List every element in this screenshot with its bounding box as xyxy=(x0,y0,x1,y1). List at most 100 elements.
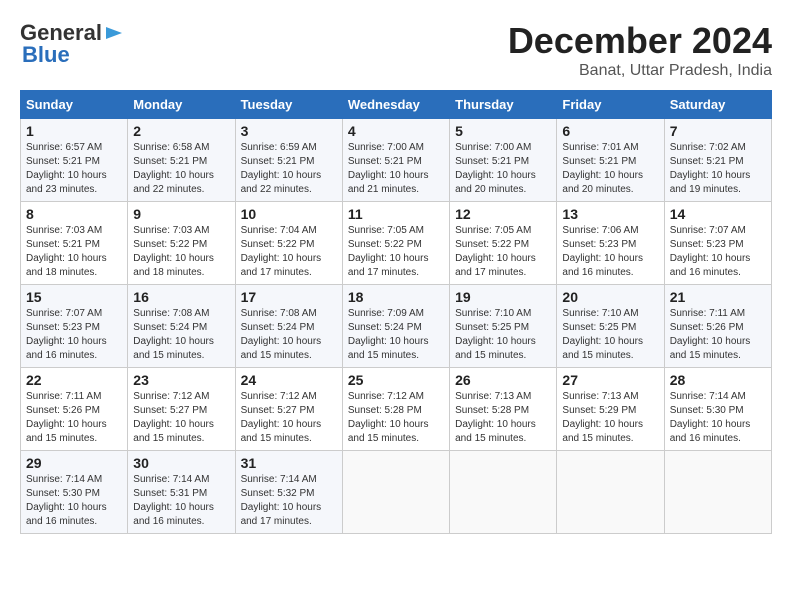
logo-blue: Blue xyxy=(22,42,70,68)
calendar-cell: 31 Sunrise: 7:14 AM Sunset: 5:32 PM Dayli… xyxy=(235,451,342,534)
calendar-cell xyxy=(342,451,449,534)
calendar-week-1: 1Sunrise: 6:57 AM Sunset: 5:21 PM Daylig… xyxy=(21,119,772,202)
day-number: 31 xyxy=(241,455,337,471)
calendar-table: SundayMondayTuesdayWednesdayThursdayFrid… xyxy=(20,90,772,534)
calendar-cell: 23Sunrise: 7:12 AM Sunset: 5:27 PM Dayli… xyxy=(128,368,235,451)
header-cell-friday: Friday xyxy=(557,91,664,119)
day-number: 24 xyxy=(241,372,337,388)
calendar-cell: 21Sunrise: 7:11 AM Sunset: 5:26 PM Dayli… xyxy=(664,285,771,368)
calendar-cell: 18 Sunrise: 7:09 AM Sunset: 5:24 PM Dayli… xyxy=(342,285,449,368)
header-cell-thursday: Thursday xyxy=(450,91,557,119)
day-number: 29 xyxy=(26,455,122,471)
day-number: 3 xyxy=(241,123,337,139)
logo: General Blue xyxy=(20,20,124,68)
day-info: Sunrise: 7:05 AM Sunset: 5:22 PM Dayligh… xyxy=(348,224,444,280)
header-cell-tuesday: Tuesday xyxy=(235,91,342,119)
month-title: December 2024 xyxy=(508,20,772,62)
calendar-cell: 26Sunrise: 7:13 AM Sunset: 5:28 PM Dayli… xyxy=(450,368,557,451)
calendar-cell: 19 Sunrise: 7:10 AM Sunset: 5:25 PM Dayli… xyxy=(450,285,557,368)
day-number: 19 xyxy=(455,289,551,305)
day-number: 16 xyxy=(133,289,229,305)
day-info: Sunrise: 7:08 AM Sunset: 5:24 PM Dayligh… xyxy=(241,307,337,363)
day-info: Sunrise: 7:12 AM Sunset: 5:27 PM Dayligh… xyxy=(133,390,229,446)
calendar-cell: 2 Sunrise: 6:58 AM Sunset: 5:21 PM Daylig… xyxy=(128,119,235,202)
calendar-header-row: SundayMondayTuesdayWednesdayThursdayFrid… xyxy=(21,91,772,119)
calendar-week-4: 22 Sunrise: 7:11 AM Sunset: 5:26 PM Dayli… xyxy=(21,368,772,451)
day-number: 5 xyxy=(455,123,551,139)
day-number: 28 xyxy=(670,372,766,388)
day-number: 25 xyxy=(348,372,444,388)
day-info: Sunrise: 7:00 AM Sunset: 5:21 PM Dayligh… xyxy=(455,141,551,197)
day-info: Sunrise: 7:02 AM Sunset: 5:21 PM Dayligh… xyxy=(670,141,766,197)
day-info: Sunrise: 7:11 AM Sunset: 5:26 PM Dayligh… xyxy=(26,390,122,446)
page-header: General Blue December 2024 Banat, Uttar … xyxy=(20,20,772,80)
day-info: Sunrise: 7:05 AM Sunset: 5:22 PM Dayligh… xyxy=(455,224,551,280)
header-cell-monday: Monday xyxy=(128,91,235,119)
header-cell-wednesday: Wednesday xyxy=(342,91,449,119)
location-subtitle: Banat, Uttar Pradesh, India xyxy=(508,62,772,80)
calendar-cell: 25 Sunrise: 7:12 AM Sunset: 5:28 PM Dayli… xyxy=(342,368,449,451)
day-info: Sunrise: 7:04 AM Sunset: 5:22 PM Dayligh… xyxy=(241,224,337,280)
calendar-cell: 17 Sunrise: 7:08 AM Sunset: 5:24 PM Dayli… xyxy=(235,285,342,368)
day-info: Sunrise: 7:12 AM Sunset: 5:28 PM Dayligh… xyxy=(348,390,444,446)
calendar-cell: 8 Sunrise: 7:03 AM Sunset: 5:21 PM Daylig… xyxy=(21,202,128,285)
calendar-cell: 11 Sunrise: 7:05 AM Sunset: 5:22 PM Dayli… xyxy=(342,202,449,285)
day-info: Sunrise: 7:14 AM Sunset: 5:32 PM Dayligh… xyxy=(241,473,337,529)
day-number: 26 xyxy=(455,372,551,388)
calendar-cell: 9 Sunrise: 7:03 AM Sunset: 5:22 PM Daylig… xyxy=(128,202,235,285)
day-number: 15 xyxy=(26,289,122,305)
day-number: 22 xyxy=(26,372,122,388)
calendar-cell: 24 Sunrise: 7:12 AM Sunset: 5:27 PM Dayli… xyxy=(235,368,342,451)
day-info: Sunrise: 7:06 AM Sunset: 5:23 PM Dayligh… xyxy=(562,224,658,280)
day-info: Sunrise: 7:03 AM Sunset: 5:22 PM Dayligh… xyxy=(133,224,229,280)
day-number: 12 xyxy=(455,206,551,222)
calendar-cell: 4Sunrise: 7:00 AM Sunset: 5:21 PM Daylig… xyxy=(342,119,449,202)
day-number: 18 xyxy=(348,289,444,305)
day-info: Sunrise: 6:57 AM Sunset: 5:21 PM Dayligh… xyxy=(26,141,122,197)
day-number: 2 xyxy=(133,123,229,139)
calendar-cell: 16 Sunrise: 7:08 AM Sunset: 5:24 PM Dayli… xyxy=(128,285,235,368)
day-number: 9 xyxy=(133,206,229,222)
day-info: Sunrise: 7:09 AM Sunset: 5:24 PM Dayligh… xyxy=(348,307,444,363)
day-number: 6 xyxy=(562,123,658,139)
calendar-cell: 12 Sunrise: 7:05 AM Sunset: 5:22 PM Dayli… xyxy=(450,202,557,285)
day-number: 7 xyxy=(670,123,766,139)
calendar-cell: 27Sunrise: 7:13 AM Sunset: 5:29 PM Dayli… xyxy=(557,368,664,451)
day-number: 27 xyxy=(562,372,658,388)
calendar-cell: 6 Sunrise: 7:01 AM Sunset: 5:21 PM Daylig… xyxy=(557,119,664,202)
day-info: Sunrise: 6:58 AM Sunset: 5:21 PM Dayligh… xyxy=(133,141,229,197)
day-info: Sunrise: 7:12 AM Sunset: 5:27 PM Dayligh… xyxy=(241,390,337,446)
day-number: 10 xyxy=(241,206,337,222)
calendar-week-2: 8 Sunrise: 7:03 AM Sunset: 5:21 PM Daylig… xyxy=(21,202,772,285)
day-info: Sunrise: 7:03 AM Sunset: 5:21 PM Dayligh… xyxy=(26,224,122,280)
calendar-cell xyxy=(450,451,557,534)
calendar-cell: 29 Sunrise: 7:14 AM Sunset: 5:30 PM Dayli… xyxy=(21,451,128,534)
calendar-body: 1Sunrise: 6:57 AM Sunset: 5:21 PM Daylig… xyxy=(21,119,772,534)
title-block: December 2024 Banat, Uttar Pradesh, Indi… xyxy=(508,20,772,80)
day-info: Sunrise: 7:01 AM Sunset: 5:21 PM Dayligh… xyxy=(562,141,658,197)
calendar-cell: 30Sunrise: 7:14 AM Sunset: 5:31 PM Dayli… xyxy=(128,451,235,534)
header-cell-sunday: Sunday xyxy=(21,91,128,119)
day-number: 14 xyxy=(670,206,766,222)
calendar-cell: 13 Sunrise: 7:06 AM Sunset: 5:23 PM Dayli… xyxy=(557,202,664,285)
day-info: Sunrise: 7:07 AM Sunset: 5:23 PM Dayligh… xyxy=(26,307,122,363)
day-info: Sunrise: 7:00 AM Sunset: 5:21 PM Dayligh… xyxy=(348,141,444,197)
header-cell-saturday: Saturday xyxy=(664,91,771,119)
calendar-cell: 28Sunrise: 7:14 AM Sunset: 5:30 PM Dayli… xyxy=(664,368,771,451)
day-info: Sunrise: 7:10 AM Sunset: 5:25 PM Dayligh… xyxy=(455,307,551,363)
day-info: Sunrise: 7:14 AM Sunset: 5:30 PM Dayligh… xyxy=(26,473,122,529)
day-number: 17 xyxy=(241,289,337,305)
logo-arrow-icon xyxy=(104,23,124,43)
day-number: 20 xyxy=(562,289,658,305)
day-info: Sunrise: 7:08 AM Sunset: 5:24 PM Dayligh… xyxy=(133,307,229,363)
calendar-cell xyxy=(557,451,664,534)
calendar-week-5: 29 Sunrise: 7:14 AM Sunset: 5:30 PM Dayli… xyxy=(21,451,772,534)
day-number: 13 xyxy=(562,206,658,222)
day-info: Sunrise: 6:59 AM Sunset: 5:21 PM Dayligh… xyxy=(241,141,337,197)
day-info: Sunrise: 7:07 AM Sunset: 5:23 PM Dayligh… xyxy=(670,224,766,280)
calendar-cell: 7 Sunrise: 7:02 AM Sunset: 5:21 PM Daylig… xyxy=(664,119,771,202)
calendar-week-3: 15 Sunrise: 7:07 AM Sunset: 5:23 PM Dayli… xyxy=(21,285,772,368)
calendar-cell: 10 Sunrise: 7:04 AM Sunset: 5:22 PM Dayli… xyxy=(235,202,342,285)
day-number: 11 xyxy=(348,206,444,222)
day-number: 8 xyxy=(26,206,122,222)
